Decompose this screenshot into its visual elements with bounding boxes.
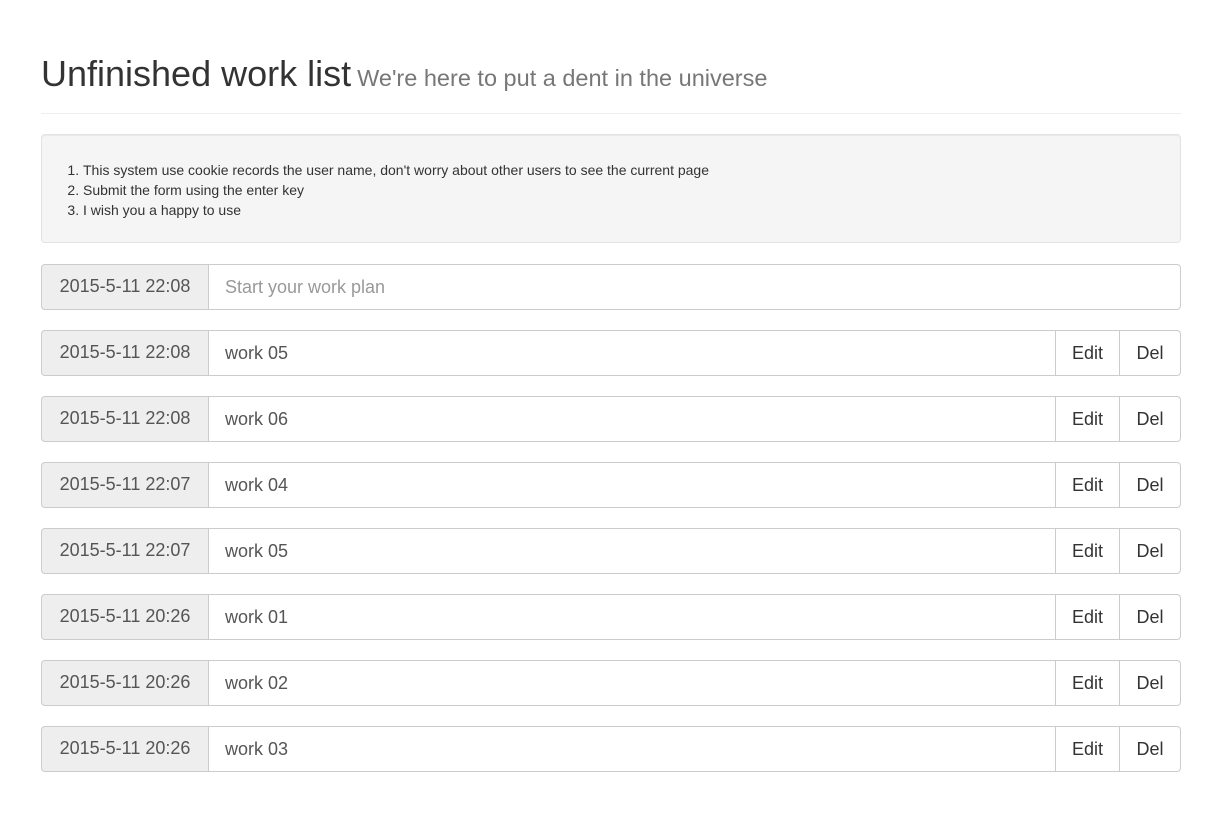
instruction-item: I wish you a happy to use xyxy=(83,200,1180,220)
page-header: Unfinished work list We're here to put a … xyxy=(41,0,1181,114)
task-timestamp: 2015-5-11 20:26 xyxy=(41,660,208,706)
task-row: 2015-5-11 22:08 Edit Del xyxy=(41,396,1181,442)
task-text-field[interactable] xyxy=(208,462,1056,508)
task-text-field[interactable] xyxy=(208,330,1056,376)
edit-button[interactable]: Edit xyxy=(1056,330,1120,376)
instruction-item: Submit the form using the enter key xyxy=(83,180,1180,200)
new-task-timestamp: 2015-5-11 22:08 xyxy=(41,264,208,310)
task-text-field[interactable] xyxy=(208,660,1056,706)
task-row: 2015-5-11 22:08 Edit Del xyxy=(41,330,1181,376)
task-row: 2015-5-11 20:26 Edit Del xyxy=(41,594,1181,640)
delete-button[interactable]: Del xyxy=(1120,396,1181,442)
instruction-item: This system use cookie records the user … xyxy=(83,160,1180,180)
delete-button[interactable]: Del xyxy=(1120,594,1181,640)
task-text-field[interactable] xyxy=(208,594,1056,640)
page-title: Unfinished work list We're here to put a … xyxy=(41,53,767,94)
new-task-form: 2015-5-11 22:08 xyxy=(41,264,1181,310)
task-timestamp: 2015-5-11 20:26 xyxy=(41,726,208,772)
task-timestamp: 2015-5-11 20:26 xyxy=(41,594,208,640)
main-container: Unfinished work list We're here to put a … xyxy=(41,0,1181,772)
task-row: 2015-5-11 22:07 Edit Del xyxy=(41,462,1181,508)
edit-button[interactable]: Edit xyxy=(1056,660,1120,706)
edit-button[interactable]: Edit xyxy=(1056,594,1120,640)
task-timestamp: 2015-5-11 22:07 xyxy=(41,528,208,574)
task-timestamp: 2015-5-11 22:08 xyxy=(41,330,208,376)
task-text-field[interactable] xyxy=(208,726,1056,772)
task-row: 2015-5-11 22:07 Edit Del xyxy=(41,528,1181,574)
edit-button[interactable]: Edit xyxy=(1056,528,1120,574)
delete-button[interactable]: Del xyxy=(1120,660,1181,706)
delete-button[interactable]: Del xyxy=(1120,726,1181,772)
instructions-panel: This system use cookie records the user … xyxy=(41,134,1181,243)
page-subtitle: We're here to put a dent in the universe xyxy=(357,65,768,91)
task-text-field[interactable] xyxy=(208,396,1056,442)
task-row: 2015-5-11 20:26 Edit Del xyxy=(41,726,1181,772)
page-title-text: Unfinished work list xyxy=(41,53,352,94)
task-text-field[interactable] xyxy=(208,528,1056,574)
edit-button[interactable]: Edit xyxy=(1056,726,1120,772)
edit-button[interactable]: Edit xyxy=(1056,396,1120,442)
delete-button[interactable]: Del xyxy=(1120,528,1181,574)
task-timestamp: 2015-5-11 22:07 xyxy=(41,462,208,508)
task-timestamp: 2015-5-11 22:08 xyxy=(41,396,208,442)
delete-button[interactable]: Del xyxy=(1120,462,1181,508)
new-task-input[interactable] xyxy=(208,264,1181,310)
instructions-list: This system use cookie records the user … xyxy=(42,135,1180,220)
delete-button[interactable]: Del xyxy=(1120,330,1181,376)
task-row: 2015-5-11 20:26 Edit Del xyxy=(41,660,1181,706)
edit-button[interactable]: Edit xyxy=(1056,462,1120,508)
